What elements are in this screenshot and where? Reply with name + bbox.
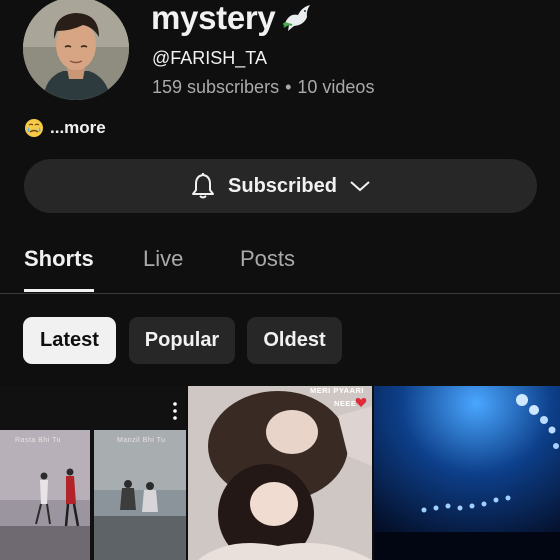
tab-posts[interactable]: Posts [240, 246, 295, 272]
filter-chip-oldest[interactable]: Oldest [247, 317, 342, 364]
tab-live[interactable]: Live [143, 246, 183, 272]
subscribed-button[interactable]: Subscribed [24, 159, 537, 213]
short-overlay-text: MERI PYAARI [310, 386, 364, 395]
channel-tabs: Shorts Live Posts [0, 236, 560, 294]
short-overlay-text: NEEE [334, 399, 357, 408]
subscriber-count: 159 subscribers [152, 77, 280, 97]
channel-stats: 159 subscribers • 10 videos [152, 76, 374, 98]
channel-avatar[interactable] [23, 0, 129, 100]
short-thumbnail[interactable] [374, 386, 560, 560]
short-thumbnail[interactable]: Rasta Bhi Tu Manzil Bhi Tu [0, 386, 186, 560]
more-options-icon[interactable] [170, 400, 180, 422]
active-tab-indicator [24, 289, 94, 292]
short-thumbnail[interactable]: MERI PYAARI NEEE [188, 386, 372, 560]
video-count: 10 videos [297, 77, 375, 97]
channel-handle: @FARISH_TA [152, 48, 267, 68]
chevron-down-icon [349, 179, 371, 193]
dove-icon [280, 1, 314, 35]
channel-name-text: mystery [151, 0, 276, 36]
crying-face-icon [24, 118, 44, 138]
filter-chip-latest[interactable]: Latest [23, 317, 116, 364]
description-more-link[interactable]: ...more [50, 117, 106, 139]
short-caption: Manzil Bhi Tu [117, 437, 166, 444]
heart-icon [355, 397, 367, 408]
channel-name: mystery [151, 0, 314, 38]
subscribed-label: Subscribed [228, 174, 337, 197]
short-caption: Rasta Bhi Tu [15, 437, 62, 444]
bell-icon [190, 172, 216, 200]
channel-description[interactable]: ...more [24, 117, 106, 139]
tab-shorts[interactable]: Shorts [24, 246, 94, 272]
stats-separator: • [285, 77, 292, 97]
filter-chip-popular[interactable]: Popular [129, 317, 235, 364]
